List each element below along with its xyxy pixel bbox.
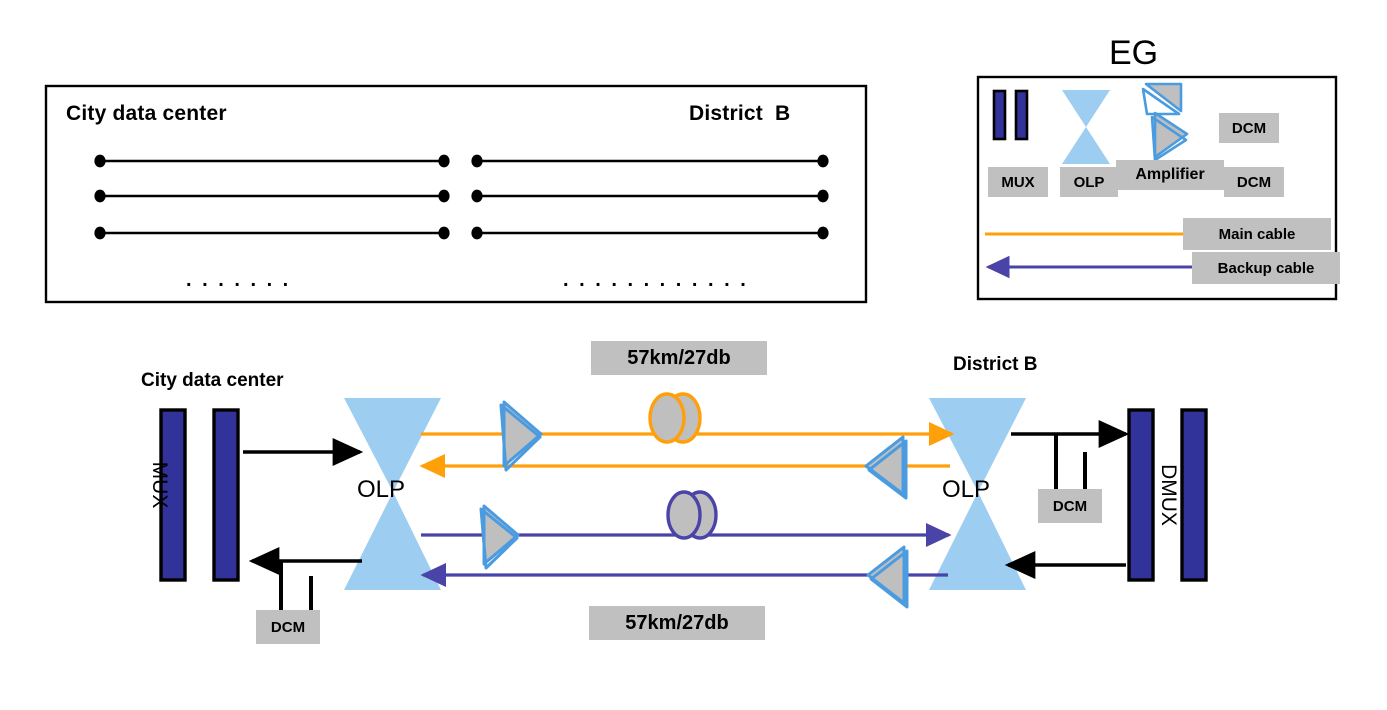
amplifier-main-tx-icon [499,400,543,472]
amplifier-backup-tx-icon [479,504,520,570]
left-mux-icon [159,408,240,582]
legend-label-main-cable: Main cable [1183,218,1331,250]
topology-right-ellipsis: . . . . . . . . . . . . [563,269,749,291]
amplifier-main-rx-icon [864,435,908,500]
right-dmux-label: DMUX [1157,464,1180,526]
span-label-top: 57km/27db [591,341,767,375]
amplifier-backup-rx-icon [866,545,909,609]
topology-right-title: District B [689,102,791,125]
right-rx-connection [1011,419,1130,491]
legend-label-backup-cable: Backup cable [1192,252,1340,284]
diagram-canvas: City data center District B . . . . . . … [0,0,1387,710]
legend-label-olp: OLP [1060,167,1118,197]
legend-dcm-top-label: DCM [1219,113,1279,143]
main-right-site-title: District B [953,354,1038,375]
topology-left-ellipsis: . . . . . . . [186,269,291,291]
main-left-site-title: City data center [141,370,284,391]
left-dcm-label: DCM [256,610,320,644]
left-rx-connection [248,546,362,612]
main-fiber-coil-icon [648,392,702,444]
span-label-bottom: 57km/27db [589,606,765,640]
topology-left-title: City data center [66,102,227,125]
left-olp-label: OLP [357,476,406,503]
legend-label-mux: MUX [988,167,1048,197]
legend-label-dcm: DCM [1224,167,1284,197]
right-olp-label: OLP [942,476,991,503]
right-dcm-label: DCM [1038,489,1102,523]
legend-title: EG [1109,34,1159,72]
left-mux-label: MUX [148,461,171,509]
legend-label-amplifier: Amplifier [1116,160,1224,190]
backup-fiber-coil-icon [666,490,718,540]
